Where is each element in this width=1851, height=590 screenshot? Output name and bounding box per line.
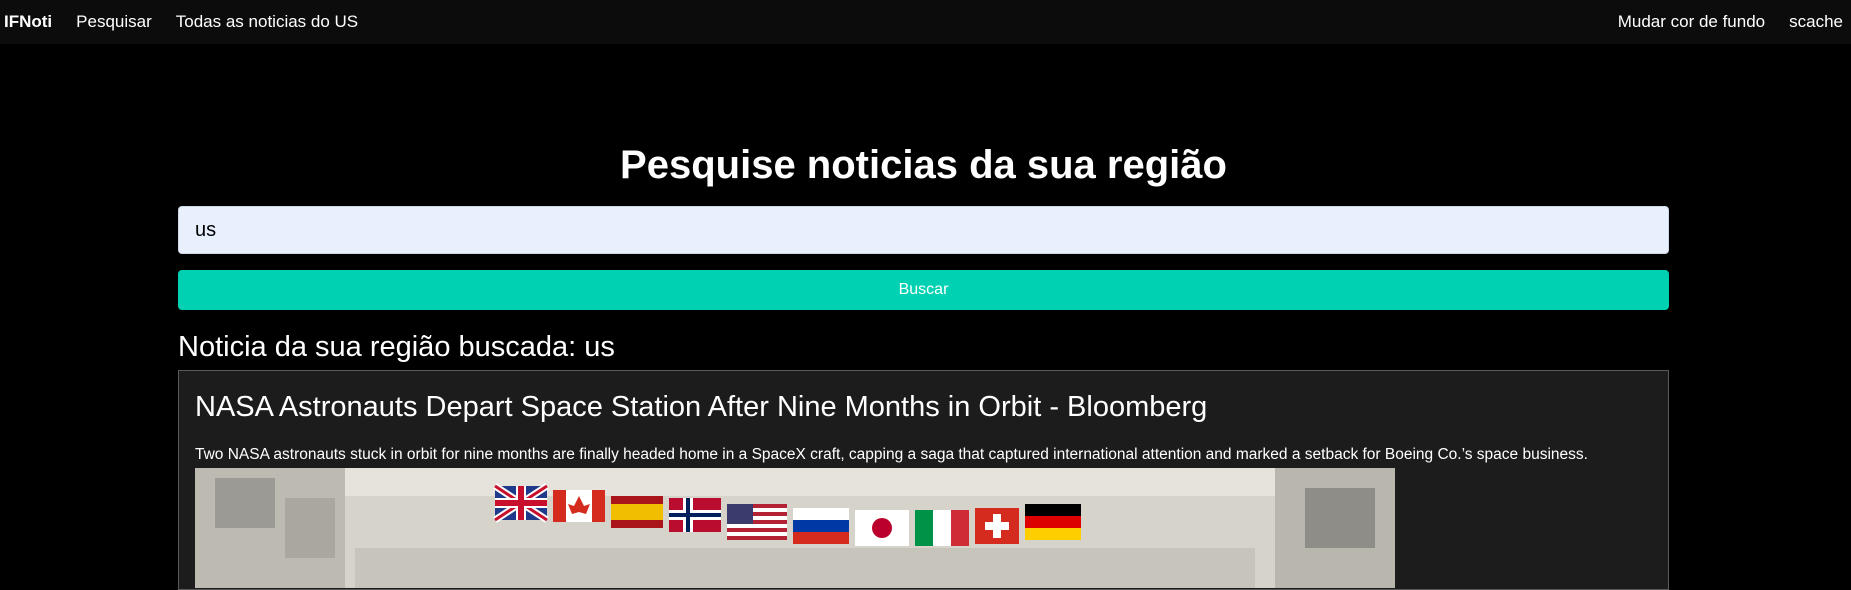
page-title: Pesquise noticias da sua região <box>620 143 1227 187</box>
photo-flags-space-station-icon <box>195 468 1395 588</box>
top-navbar: IFNoti Pesquisar Todas as noticias do US… <box>0 0 1851 44</box>
navbar-right: Mudar cor de fundo scache <box>1618 0 1851 44</box>
search-input[interactable] <box>178 206 1669 254</box>
nav-link-pesquisar[interactable]: Pesquisar <box>76 12 152 32</box>
nav-link-scache[interactable]: scache <box>1789 12 1843 32</box>
nav-link-all-news-us[interactable]: Todas as noticias do US <box>176 12 358 32</box>
main-content: Pesquise noticias da sua região Buscar N… <box>178 44 1669 590</box>
navbar-left: IFNoti Pesquisar Todas as noticias do US <box>0 0 382 44</box>
search-button[interactable]: Buscar <box>178 270 1669 310</box>
nav-link-change-background[interactable]: Mudar cor de fundo <box>1618 12 1765 32</box>
news-description: Two NASA astronauts stuck in orbit for n… <box>195 446 1588 463</box>
brand-logo[interactable]: IFNoti <box>4 12 52 32</box>
news-card: NASA Astronauts Depart Space Station Aft… <box>178 370 1669 590</box>
news-title[interactable]: NASA Astronauts Depart Space Station Aft… <box>195 389 1652 425</box>
results-heading: Noticia da sua região buscada: us <box>178 331 615 363</box>
news-image <box>195 468 1395 588</box>
